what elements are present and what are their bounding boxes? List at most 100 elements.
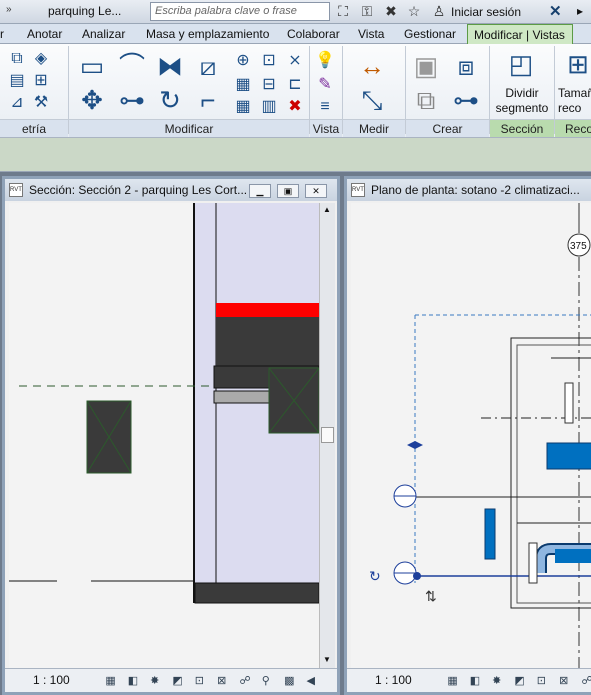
section-view-window[interactable]: RVT Sección: Sección 2 - parquing Les Co… — [2, 176, 340, 695]
create-similar-icon[interactable]: ▣ — [410, 50, 442, 82]
floor-plan-drawing: 375 ↻ ⇅ — [369, 203, 591, 669]
create-assembly-icon[interactable]: ⊶ — [450, 84, 482, 116]
join-icon[interactable]: ⧉ — [6, 48, 28, 70]
group-label-vista: Vista — [310, 119, 342, 137]
minimize-button[interactable]: ▁ — [249, 184, 271, 198]
sun-path-icon-plan[interactable]: ✸ — [492, 674, 506, 687]
split-segment-button[interactable]: Dividir segmento — [492, 86, 552, 116]
tab-gestionar[interactable]: Gestionar — [404, 27, 456, 41]
tab-anotar[interactable]: Anotar — [27, 27, 62, 41]
scroll-down-icon[interactable]: ▼ — [323, 655, 331, 664]
scroll-thumb[interactable] — [321, 427, 334, 443]
user-icon[interactable]: ♙ — [430, 3, 448, 21]
scroll-left-icon[interactable]: ◀ — [306, 674, 320, 687]
floor-plan-scale[interactable]: 1 : 100 — [375, 673, 412, 687]
temporary-hide-icon-plan[interactable]: ☍ — [581, 674, 591, 687]
crop-size-label-1: Tamañ — [558, 86, 591, 100]
group-label-recortar: Reco — [555, 119, 591, 137]
tab-colaborar[interactable]: Colaborar — [287, 27, 340, 41]
exchange-icon[interactable]: ✖ — [382, 3, 400, 21]
measure-between-icon[interactable]: ↔ — [356, 50, 388, 82]
section-drawing-canvas[interactable] — [9, 203, 319, 669]
line-style-icon[interactable]: ≡ — [314, 96, 336, 118]
svg-text:↻: ↻ — [369, 568, 381, 584]
move-icon[interactable]: ✥ — [76, 84, 108, 116]
override-graphics-icon[interactable]: ✎ — [314, 74, 336, 96]
array-icon[interactable]: ▦ — [232, 74, 254, 96]
shadows-icon-plan[interactable]: ◩ — [514, 674, 528, 687]
search-input[interactable]: Escriba palabra clave o frase — [150, 2, 330, 21]
shadows-icon[interactable]: ◩ — [172, 674, 186, 687]
ribbon-tabs: r Anotar Analizar Masa y emplazamiento C… — [0, 24, 591, 45]
svg-text:⇅: ⇅ — [425, 588, 437, 604]
split-segment-label-2: segmento — [495, 101, 549, 115]
login-button[interactable]: Iniciar sesión — [451, 5, 521, 19]
vertical-scrollbar[interactable]: ▲ ▼ — [319, 203, 335, 669]
delete-icon[interactable]: ✖ — [284, 96, 306, 118]
temporary-hide-icon[interactable]: ☍ — [239, 674, 253, 687]
mirror-draw-icon[interactable]: ⧄ — [192, 50, 224, 82]
mirror-axis-icon[interactable]: ⧓ — [154, 50, 186, 82]
reveal-hidden-icon[interactable]: ⚲ — [262, 674, 276, 687]
align-icon[interactable]: ▭ — [76, 50, 108, 82]
rotate-icon[interactable]: ↻ — [154, 84, 186, 116]
grid-tag-label: 375 — [570, 241, 587, 252]
crop-size-label-2: reco — [558, 101, 582, 115]
key-icon[interactable]: ⚿ — [358, 3, 376, 21]
tab-masa[interactable]: Masa y emplazamiento — [146, 27, 269, 41]
hide-crop-icon[interactable]: ⊠ — [217, 674, 231, 687]
trim-extend-icon[interactable]: ⌐ — [192, 84, 224, 116]
analysis-model-icon[interactable]: ▩ — [284, 674, 298, 687]
split-icon[interactable]: ▥ — [258, 96, 280, 118]
pin-icon[interactable]: ⊏ — [284, 74, 306, 96]
paint-icon[interactable]: ▤ — [6, 70, 28, 92]
section-scale[interactable]: 1 : 100 — [33, 673, 70, 687]
detail-level-icon[interactable]: ▦ — [105, 674, 119, 687]
scroll-up-icon[interactable]: ▲ — [323, 205, 331, 214]
split-face-icon[interactable]: ⊿ — [6, 92, 28, 114]
hide-crop-icon-plan[interactable]: ⊠ — [559, 674, 573, 687]
delete-element-icon[interactable]: ⨯ — [284, 50, 306, 72]
floor-plan-window[interactable]: RVT Plano de planta: sotano -2 climatiza… — [344, 176, 591, 695]
exchange-apps-icon[interactable]: ✕ — [549, 2, 562, 20]
sun-path-icon[interactable]: ✸ — [150, 674, 164, 687]
red-beam — [216, 303, 319, 317]
tab-modificar-vistas[interactable]: Modificar | Vistas — [467, 24, 573, 45]
tab-arquitectura[interactable]: r — [0, 27, 4, 41]
visual-style-icon[interactable]: ◧ — [128, 674, 142, 687]
trim-icon[interactable]: ⊡ — [258, 50, 280, 72]
create-group-icon[interactable]: ⧉ — [410, 84, 442, 116]
split-segment-icon[interactable]: ◰ — [505, 48, 537, 80]
light-bulb-icon[interactable]: 💡 — [314, 50, 336, 72]
copy-icon[interactable]: ⊕ — [232, 50, 254, 72]
visual-style-icon-plan[interactable]: ◧ — [470, 674, 484, 687]
create-parts-icon[interactable]: ⧈ — [450, 50, 482, 82]
crop-view-icon-plan[interactable]: ⊡ — [537, 674, 551, 687]
scale-icon[interactable]: ⊟ — [258, 74, 280, 96]
section-view-title: Sección: Sección 2 - parquing Les Cort..… — [29, 183, 248, 197]
binoculars-icon[interactable]: ⛶ — [334, 3, 352, 21]
hammer-icon[interactable]: ⚒ — [30, 92, 52, 114]
menu-overflow-icon[interactable]: ▸ — [577, 4, 583, 18]
maximize-button[interactable]: ▣ — [277, 184, 299, 198]
crop-size-button[interactable]: Tamañ reco — [558, 86, 591, 116]
copy-move-icon[interactable]: ⊶ — [116, 84, 148, 116]
crop-size-icon[interactable]: ⊞ — [562, 48, 591, 80]
detail-level-icon-plan[interactable]: ▦ — [447, 674, 461, 687]
floor-plan-canvas[interactable]: 375 ↻ ⇅ — [351, 203, 591, 669]
tab-analizar[interactable]: Analizar — [82, 27, 125, 41]
wall-join-icon[interactable]: ⊞ — [30, 70, 52, 92]
group-label-medir: Medir — [343, 119, 405, 137]
document-title: parquing Le... — [48, 4, 122, 18]
star-icon[interactable]: ☆ — [405, 3, 423, 21]
tab-vista[interactable]: Vista — [358, 27, 384, 41]
offset-icon[interactable]: ⌒ — [116, 50, 148, 82]
quick-access-expand-icon[interactable]: » — [6, 4, 12, 15]
group-icon[interactable]: ▦ — [232, 96, 254, 118]
crop-view-icon[interactable]: ⊡ — [195, 674, 209, 687]
cut-icon[interactable]: ◈ — [30, 48, 52, 70]
floor-plan-titlebar[interactable]: RVT Plano de planta: sotano -2 climatiza… — [347, 179, 591, 201]
aligned-dimension-icon[interactable]: ⤡ — [356, 84, 388, 116]
rvt-icon-plan: RVT — [351, 183, 365, 197]
close-button[interactable]: ✕ — [305, 184, 327, 198]
